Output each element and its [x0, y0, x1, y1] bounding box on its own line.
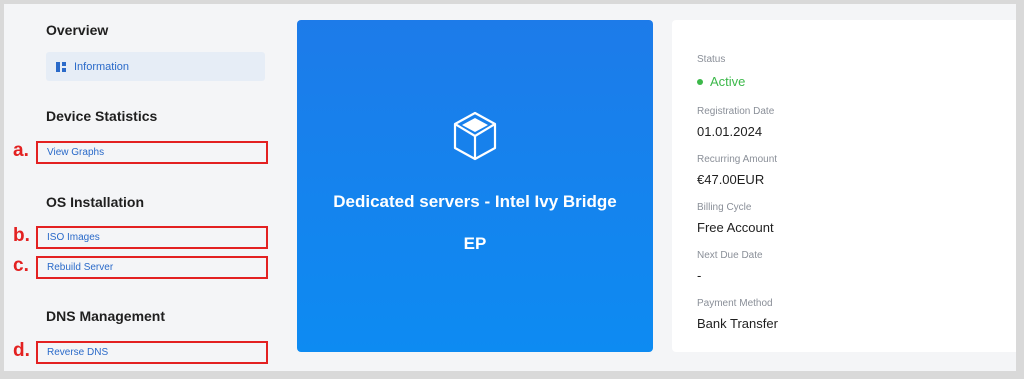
registration-date-value: 01.01.2024 — [697, 124, 763, 139]
annotation-marker-c: c. — [13, 255, 29, 276]
rebuild-server-link[interactable]: Rebuild Server — [36, 256, 268, 279]
next-due-date-value: - — [697, 268, 702, 283]
payment-method-label: Payment Method — [697, 298, 773, 309]
annotation-marker-b: b. — [13, 225, 30, 246]
billing-cycle-label: Billing Cycle — [697, 202, 752, 213]
annotation-marker-d: d. — [13, 340, 30, 361]
product-name-line2: EP — [463, 234, 487, 253]
sidebar-item-label: Information — [74, 60, 130, 73]
device-statistics-heading: Device Statistics — [46, 108, 158, 124]
dns-management-heading: DNS Management — [46, 308, 166, 324]
status-value: Active — [710, 74, 746, 89]
page-frame: Overview Information Device Statistics a… — [4, 4, 1016, 371]
billing-cycle-value: Free Account — [697, 220, 774, 235]
iso-images-link[interactable]: ISO Images — [36, 226, 268, 249]
sidebar: Overview Information Device Statistics a… — [4, 4, 284, 371]
view-graphs-link[interactable]: View Graphs — [36, 141, 268, 164]
status-dot-icon — [697, 79, 703, 85]
recurring-amount-value: €47.00EUR — [697, 172, 765, 187]
registration-date-label: Registration Date — [697, 106, 775, 117]
overview-heading: Overview — [46, 22, 109, 38]
dashboard-icon — [56, 61, 66, 72]
payment-method-value: Bank Transfer — [697, 316, 778, 331]
annotation-marker-a: a. — [13, 140, 29, 161]
reverse-dns-link[interactable]: Reverse DNS — [36, 341, 268, 364]
next-due-date-label: Next Due Date — [697, 250, 763, 261]
product-card: Dedicated servers - Intel Ivy Bridge EP — [297, 20, 653, 352]
service-details-panel: Status Active Registration Date 01.01.20… — [672, 20, 1016, 352]
sidebar-item-information[interactable]: Information — [46, 52, 265, 81]
cube-icon — [453, 111, 497, 161]
status-badge: Active — [697, 74, 745, 89]
os-installation-heading: OS Installation — [46, 194, 145, 210]
product-name: Dedicated servers - Intel Ivy Bridge — [333, 192, 617, 211]
status-label: Status — [697, 54, 726, 65]
recurring-amount-label: Recurring Amount — [697, 154, 778, 165]
